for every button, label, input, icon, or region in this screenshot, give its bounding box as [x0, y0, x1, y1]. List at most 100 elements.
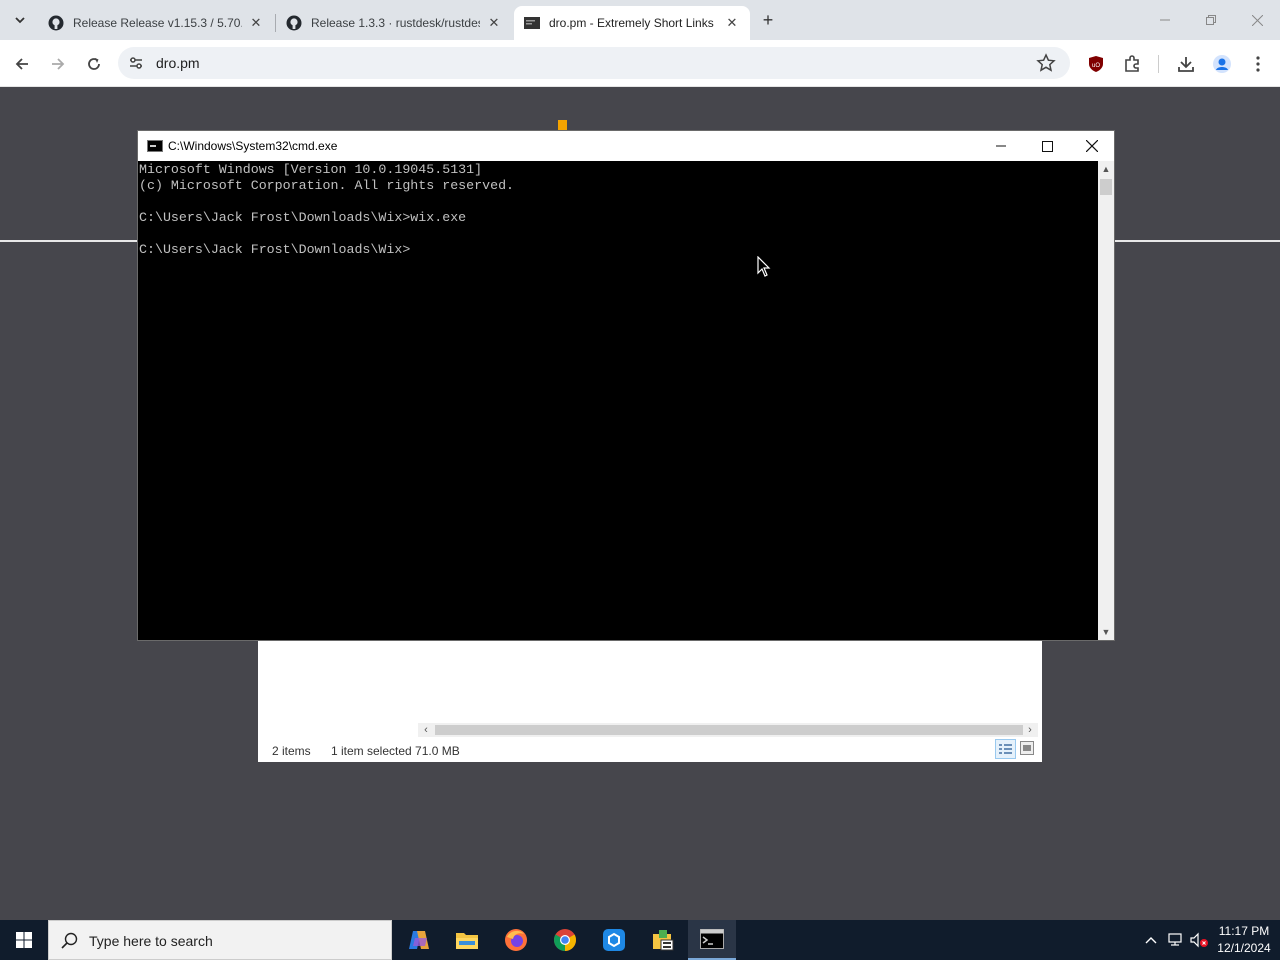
taskbar-app-rustdesk[interactable] — [590, 920, 638, 960]
scroll-down-icon[interactable]: ▼ — [1098, 624, 1114, 640]
kebab-menu-icon — [1256, 56, 1260, 72]
start-button[interactable] — [0, 920, 48, 960]
taskbar-app-cmd[interactable] — [688, 920, 736, 960]
clock-date: 12/1/2024 — [1217, 941, 1271, 955]
minimize-icon — [1160, 19, 1170, 21]
cmd-minimize-button[interactable] — [978, 131, 1024, 161]
new-tab-button[interactable]: + — [756, 8, 780, 32]
large-icons-view-button[interactable] — [1020, 741, 1034, 755]
close-icon[interactable]: ✕ — [724, 15, 740, 31]
large-icons-view-icon — [1023, 745, 1031, 751]
wix-installer-icon — [653, 930, 674, 951]
cmd-close-button[interactable] — [1069, 131, 1115, 161]
taskbar-search-box[interactable]: Type here to search — [48, 920, 392, 960]
console-prompt[interactable]: C:\Users\Jack Frost\Downloads\Wix> — [139, 242, 1098, 258]
maximize-icon — [1041, 140, 1053, 152]
chrome-icon — [554, 929, 576, 951]
address-bar[interactable]: dro.pm — [118, 47, 1070, 79]
horizontal-scrollbar[interactable]: ‹ › — [418, 723, 1038, 737]
avatar-icon — [1213, 55, 1231, 73]
plus-icon: + — [762, 9, 774, 30]
cmd-icon — [700, 929, 724, 949]
ublock-extension-button[interactable]: uO — [1082, 50, 1110, 78]
restore-button[interactable] — [1188, 0, 1234, 40]
back-button[interactable] — [8, 50, 36, 78]
taskbar-app-file-explorer[interactable] — [443, 920, 491, 960]
volume-button[interactable] — [1188, 920, 1210, 960]
status-selection: 1 item selected 71.0 MB — [331, 744, 460, 758]
browser-tab-strip: Release Release v1.15.3 / 5.70.3 ✕ Relea… — [0, 0, 1280, 40]
cmd-icon — [147, 140, 163, 152]
taskbar-app-chrome[interactable] — [541, 920, 589, 960]
tab-title: Release 1.3.3 · rustdesk/rustdesk — [311, 16, 480, 30]
console-line: C:\Users\Jack Frost\Downloads\Wix>wix.ex… — [139, 210, 467, 225]
status-item-count: 2 items — [272, 744, 311, 758]
network-icon — [1168, 933, 1182, 946]
scrollbar-thumb[interactable] — [435, 725, 1023, 735]
extensions-button[interactable] — [1118, 50, 1146, 78]
chevron-down-icon — [15, 17, 25, 24]
profile-button[interactable] — [1208, 50, 1236, 78]
rustdesk-icon — [603, 929, 625, 951]
taskbar-app-installer[interactable] — [639, 920, 687, 960]
svg-text:uO: uO — [1092, 63, 1100, 69]
scrollbar-thumb[interactable] — [1100, 179, 1112, 195]
file-explorer-window: ‹ › 2 items 1 item selected 71.0 MB — [258, 641, 1042, 762]
tab-search-button[interactable] — [8, 8, 32, 32]
tab-release-v1153[interactable]: Release Release v1.15.3 / 5.70.3 ✕ — [38, 6, 274, 40]
bookmark-star-icon[interactable] — [1036, 53, 1056, 73]
download-icon — [1178, 57, 1194, 72]
cmd-maximize-button[interactable] — [1024, 131, 1070, 161]
console-output[interactable]: Microsoft Windows [Version 10.0.19045.51… — [138, 161, 1098, 640]
tab-dropm[interactable]: dro.pm - Extremely Short Links ✕ — [514, 6, 750, 40]
close-icon — [1251, 14, 1263, 26]
windows-taskbar: Type here to search 11:17 PM 12/1/2024 — [0, 920, 1280, 960]
minimize-button[interactable] — [1142, 0, 1188, 40]
show-hidden-icons-button[interactable] — [1142, 920, 1160, 960]
minimize-icon — [996, 145, 1006, 147]
taskbar-app-firefox[interactable] — [492, 920, 540, 960]
cmd-vertical-scrollbar[interactable]: ▲ ▼ — [1098, 161, 1114, 640]
arrow-right-icon — [52, 58, 65, 70]
scroll-right-icon[interactable]: › — [1024, 723, 1036, 737]
toolbar-divider — [1158, 55, 1159, 73]
cmd-title-bar[interactable]: C:\Windows\System32\cmd.exe — [138, 131, 1114, 161]
browser-toolbar: dro.pm uO — [0, 40, 1280, 87]
ublock-icon: uO — [1089, 56, 1103, 72]
close-icon[interactable]: ✕ — [248, 15, 264, 31]
forward-button[interactable] — [44, 50, 72, 78]
site-info-icon[interactable] — [128, 55, 144, 71]
close-window-button[interactable] — [1234, 0, 1280, 40]
scroll-left-icon[interactable]: ‹ — [420, 723, 432, 737]
url-text[interactable]: dro.pm — [156, 55, 200, 71]
reload-button[interactable] — [80, 50, 108, 78]
scroll-up-icon[interactable]: ▲ — [1098, 161, 1114, 177]
page-accent-marker — [558, 120, 567, 130]
github-icon — [48, 15, 64, 31]
downloads-button[interactable] — [1172, 50, 1200, 78]
restore-icon — [1206, 15, 1216, 25]
reload-icon — [88, 58, 100, 70]
search-icon — [61, 932, 78, 949]
tab-title: Release Release v1.15.3 / 5.70.3 — [73, 16, 242, 30]
file-explorer-icon — [456, 933, 478, 949]
network-status-button[interactable] — [1164, 920, 1186, 960]
details-view-button[interactable] — [995, 739, 1016, 759]
cmd-window[interactable]: C:\Windows\System32\cmd.exe Microsoft Wi… — [137, 130, 1115, 641]
clock-time: 11:17 PM — [1218, 924, 1270, 938]
taskbar-app-copilot[interactable] — [395, 920, 443, 960]
search-placeholder: Type here to search — [89, 933, 213, 949]
tab-title: dro.pm - Extremely Short Links — [549, 16, 714, 30]
menu-button[interactable] — [1244, 50, 1272, 78]
close-icon — [1086, 140, 1098, 152]
tab-release-rustdesk[interactable]: Release 1.3.3 · rustdesk/rustdesk ✕ — [276, 6, 512, 40]
chevron-up-icon — [1145, 937, 1157, 944]
mouse-cursor-icon — [757, 256, 771, 277]
taskbar-clock[interactable]: 11:17 PM 12/1/2024 — [1212, 923, 1276, 957]
close-icon[interactable]: ✕ — [486, 15, 502, 31]
dropm-icon — [524, 15, 540, 31]
details-view-icon — [999, 744, 1012, 754]
windows-logo-icon — [16, 932, 32, 948]
